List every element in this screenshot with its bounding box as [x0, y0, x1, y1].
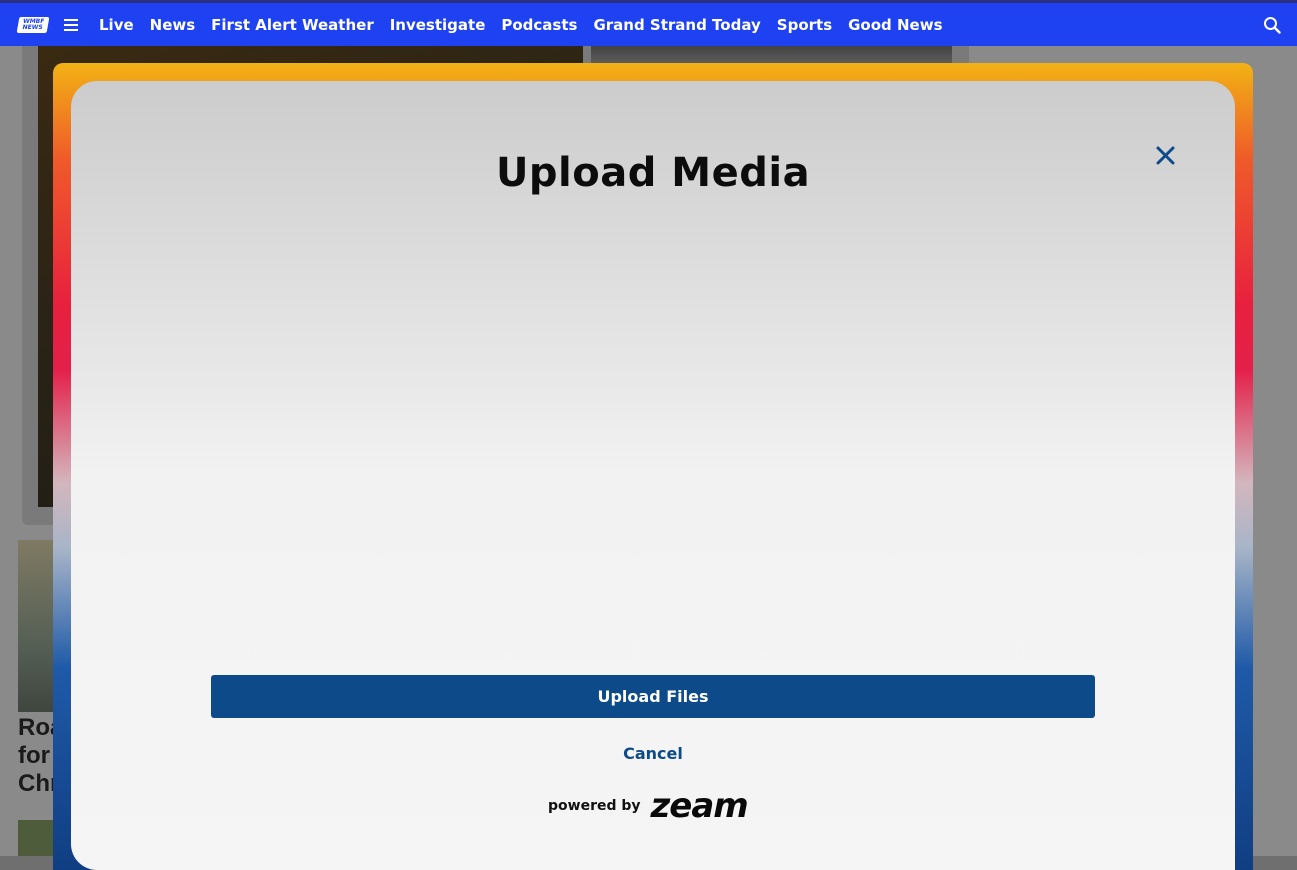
hamburger-icon[interactable] [64, 18, 78, 31]
powered-by-label: powered by [548, 798, 641, 814]
nav-link-sports[interactable]: Sports [769, 16, 840, 34]
zeam-logo: zeam [650, 786, 749, 826]
dialog-title: Upload Media [495, 150, 811, 196]
cancel-button[interactable]: Cancel [0, 744, 1297, 763]
search-icon[interactable] [1263, 16, 1281, 34]
nav-link-weather[interactable]: First Alert Weather [203, 16, 382, 34]
nav-link-investigate[interactable]: Investigate [382, 16, 494, 34]
nav-link-good-news[interactable]: Good News [840, 16, 950, 34]
close-icon[interactable] [1155, 145, 1176, 166]
nav-link-grand-strand-today[interactable]: Grand Strand Today [585, 16, 768, 34]
top-nav: WMBF NEWS Live News First Alert Weather … [0, 0, 1297, 46]
nav-link-podcasts[interactable]: Podcasts [493, 16, 585, 34]
powered-by-zeam: powered by zeam [548, 786, 749, 826]
site-logo[interactable]: WMBF NEWS [16, 16, 50, 33]
nav-link-live[interactable]: Live [91, 16, 142, 34]
upload-files-button[interactable]: Upload Files [211, 675, 1095, 718]
nav-link-news[interactable]: News [142, 16, 204, 34]
nav-links: Live News First Alert Weather Investigat… [91, 16, 951, 34]
